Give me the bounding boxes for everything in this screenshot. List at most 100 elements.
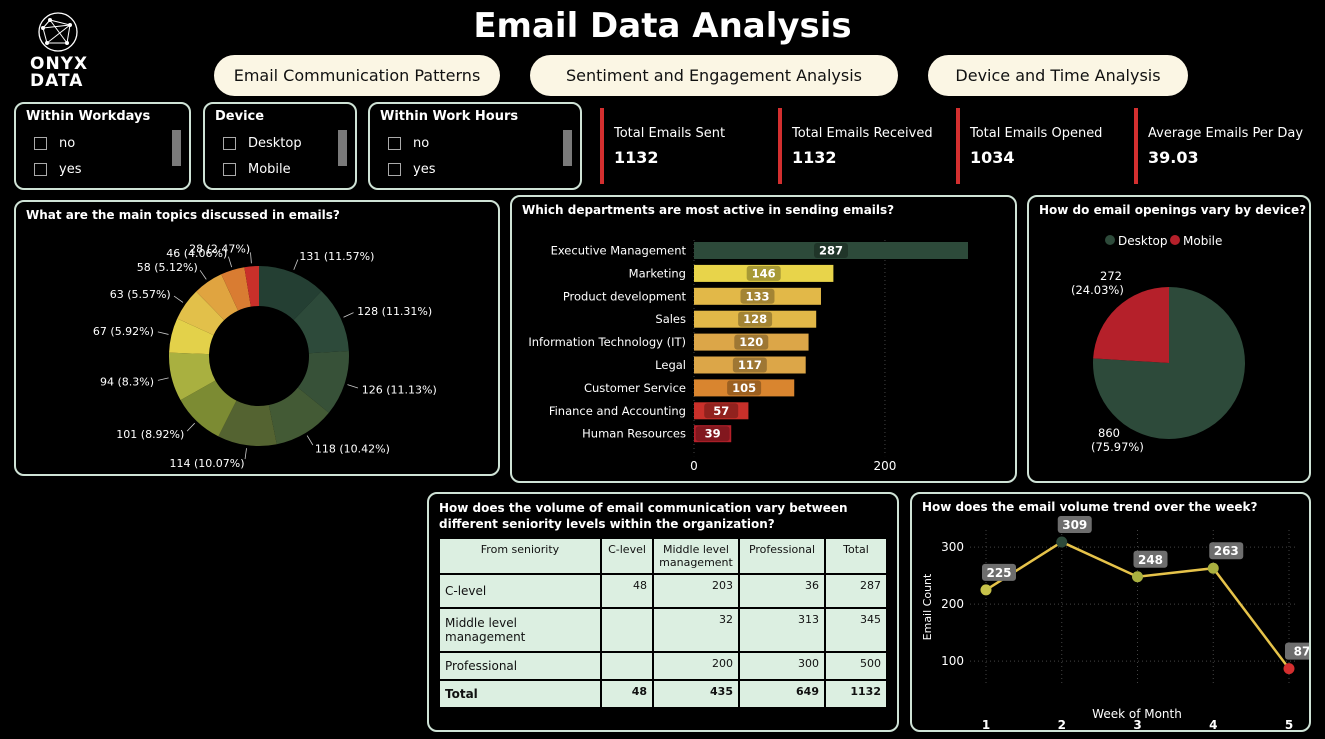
x-tick-label: 2 [1058, 718, 1066, 730]
checkbox-icon[interactable] [223, 137, 236, 150]
leader-line [244, 448, 247, 460]
slicer-option-no[interactable]: no [388, 136, 429, 151]
pie-slice[interactable] [1093, 287, 1169, 363]
category-label: Sales [655, 312, 686, 326]
checkbox-icon[interactable] [223, 163, 236, 176]
y-tick-label: 200 [941, 597, 964, 611]
y-axis-title: Email Count [921, 573, 934, 640]
category-label: Information Technology (IT) [528, 335, 686, 349]
category-label: Legal [655, 358, 686, 372]
data-point[interactable] [1207, 562, 1219, 574]
category-label: Customer Service [584, 381, 686, 395]
departments-bar-chart: 0 200 Executive Management 287 Marketing 146 P… [528, 240, 968, 473]
data-point[interactable] [1132, 571, 1143, 583]
slice-label: 94 (8.3%) [100, 375, 154, 388]
data-label: 309 [1062, 518, 1087, 532]
slice-label: 118 (10.42%) [315, 442, 390, 455]
device-chart-panel: How do email openings vary by device? De… [1027, 195, 1311, 483]
data-point[interactable] [1283, 663, 1295, 675]
data-label: 57 [713, 404, 729, 418]
slice-label: 860 [1098, 426, 1120, 440]
checkbox-icon[interactable] [34, 163, 47, 176]
slice-label: 63 (5.57%) [110, 288, 171, 301]
slicer-option-mobile[interactable]: Mobile [223, 162, 291, 177]
tab-device-time[interactable]: Device and Time Analysis [928, 55, 1188, 96]
leader-line [173, 295, 184, 303]
category-label: Human Resources [582, 427, 686, 441]
tab-sentiment-engagement[interactable]: Sentiment and Engagement Analysis [530, 55, 898, 96]
slice-label: 58 (5.12%) [137, 261, 198, 274]
data-point[interactable] [980, 584, 992, 596]
kpi-total-emails-sent: Total Emails Sent 1132 [600, 108, 774, 184]
scrollbar[interactable] [172, 130, 181, 166]
data-point[interactable] [1056, 536, 1068, 548]
slicer-option-no[interactable]: no [34, 136, 75, 151]
data-label: 133 [745, 289, 769, 303]
slice-label: (75.97%) [1091, 440, 1144, 454]
table-header-row: From seniority C-level Middle level mana… [438, 537, 888, 575]
weekly-line-chart: 1002003001 2 3 4 5Week of MonthEmail Count22… [921, 515, 1309, 730]
y-tick-label: 100 [941, 654, 964, 668]
x-axis-title: Week of Month [1092, 707, 1182, 721]
table-total-row: Total 48 435 649 1132 [438, 679, 888, 709]
data-label: 120 [739, 335, 763, 349]
category-label: Product development [563, 289, 687, 303]
slice-label: (24.03%) [1071, 283, 1124, 297]
x-tick-label: 4 [1209, 718, 1217, 730]
scrollbar[interactable] [338, 130, 347, 166]
slicer-device: Device Desktop Mobile [203, 102, 357, 190]
checkbox-icon[interactable] [388, 137, 401, 150]
seniority-matrix: From seniority C-level Middle level mana… [438, 537, 888, 709]
data-label: 105 [732, 381, 756, 395]
topics-chart-panel: What are the main topics discussed in em… [14, 200, 500, 476]
x-tick-label: 200 [873, 459, 896, 473]
slicer-within-work-hours: Within Work Hours no yes [368, 102, 582, 190]
leader-line [343, 312, 354, 318]
category-label: Marketing [629, 266, 686, 280]
legend-label[interactable]: Desktop [1118, 234, 1168, 248]
leader-line [157, 377, 169, 381]
column-header: From seniority [438, 537, 602, 575]
kpi-total-emails-opened: Total Emails Opened 1034 [956, 108, 1130, 184]
kpi-total-emails-received: Total Emails Received 1132 [778, 108, 952, 184]
table-row: Middle level management 32 313 345 [438, 607, 888, 653]
slice-label: 272 [1100, 269, 1122, 283]
slicer-option-yes[interactable]: yes [388, 162, 435, 177]
checkbox-icon[interactable] [388, 163, 401, 176]
page-title: Email Data Analysis [473, 6, 852, 46]
leader-line [347, 384, 359, 389]
seniority-matrix-panel: How does the volume of email communicati… [427, 492, 899, 732]
tab-email-communication-patterns[interactable]: Email Communication Patterns [214, 55, 500, 96]
weekly-trend-panel: How does the email volume trend over the… [910, 492, 1311, 732]
leader-line [199, 270, 207, 280]
column-header: Total [824, 537, 888, 575]
scrollbar[interactable] [563, 130, 572, 166]
kpi-average-emails-per-day: Average Emails Per Day 39.03 [1134, 108, 1318, 184]
x-tick-label: 1 [982, 718, 990, 730]
topics-donut-chart: 131 (11.57%) 128 (11.31%) 126 (11.13%) 118 … [93, 242, 437, 470]
leader-line [157, 331, 169, 335]
data-label: 287 [819, 244, 843, 258]
data-label: 128 [743, 312, 767, 326]
data-label: 146 [752, 266, 776, 280]
slicer-option-yes[interactable]: yes [34, 162, 81, 177]
device-pie-chart: Desktop Mobile 860(75.97%) 272(24.03%) [1071, 234, 1245, 454]
legend-marker [1170, 235, 1180, 245]
x-tick-label: 0 [690, 459, 698, 473]
checkbox-icon[interactable] [34, 137, 47, 150]
data-label: 87 [1294, 645, 1309, 659]
slicer-option-desktop[interactable]: Desktop [223, 136, 302, 151]
brand-name: ONYX DATA [30, 54, 89, 91]
table-row: Professional 200 300 500 [438, 651, 888, 681]
data-label: 39 [705, 427, 721, 441]
legend-marker [1105, 235, 1115, 245]
data-label: 117 [738, 358, 762, 372]
category-label: Finance and Accounting [549, 404, 686, 418]
slice-label: 131 (11.57%) [299, 250, 374, 263]
slice-label: 126 (11.13%) [362, 383, 437, 396]
slice-label: 67 (5.92%) [93, 325, 154, 338]
column-header: C-level [600, 537, 654, 575]
slice-label: 114 (10.07%) [169, 457, 244, 470]
legend-label[interactable]: Mobile [1183, 234, 1222, 248]
slice-label: 101 (8.92%) [116, 428, 184, 441]
